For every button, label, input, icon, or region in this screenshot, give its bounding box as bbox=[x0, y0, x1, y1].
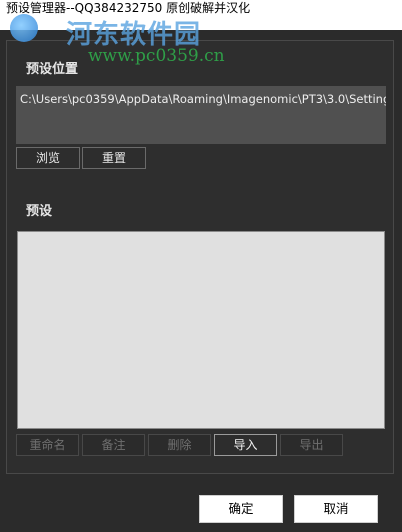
watermark-url: www.pc0359.cn bbox=[88, 46, 225, 66]
preset-list[interactable] bbox=[17, 231, 385, 429]
import-button[interactable]: 导入 bbox=[214, 434, 277, 456]
cancel-button[interactable]: 取消 bbox=[294, 495, 378, 523]
watermark-logo-icon bbox=[10, 14, 38, 42]
note-button[interactable]: 备注 bbox=[82, 434, 145, 456]
preset-location-label: 预设位置 bbox=[26, 62, 79, 77]
presets-label: 预设 bbox=[26, 204, 53, 219]
delete-button[interactable]: 删除 bbox=[148, 434, 211, 456]
export-button[interactable]: 导出 bbox=[280, 434, 343, 456]
preset-path-field[interactable]: C:\Users\pc0359\AppData\Roaming\Imagenom… bbox=[16, 86, 386, 144]
reset-button[interactable]: 重置 bbox=[82, 147, 146, 169]
browse-button[interactable]: 浏览 bbox=[16, 147, 80, 169]
rename-button[interactable]: 重命名 bbox=[16, 434, 79, 456]
ok-button[interactable]: 确定 bbox=[199, 495, 283, 523]
